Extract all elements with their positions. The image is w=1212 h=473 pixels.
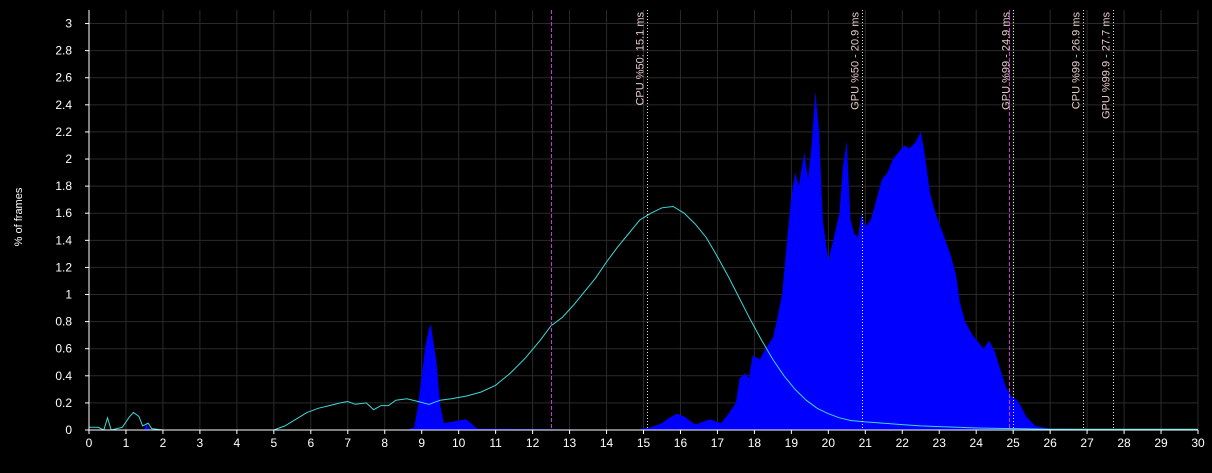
x-tick-label: 30: [1191, 436, 1205, 450]
x-tick-label: 12: [526, 436, 540, 450]
x-tick-label: 26: [1043, 436, 1057, 450]
chart-svg: CPU %50: 15.1 ms GPU %50 - 20.9 ms GPU %99…: [0, 0, 1212, 468]
x-tick-label: 6: [307, 436, 314, 450]
y-tick-label: 2.6: [55, 71, 72, 85]
x-tick-label: 15: [637, 436, 651, 450]
x-tick-label: 14: [600, 436, 614, 450]
x-tick-label: 20: [822, 436, 836, 450]
y-tick-label: 1.6: [55, 206, 72, 220]
y-tick-label: 0.4: [55, 369, 72, 383]
x-tick-label: 4: [234, 436, 241, 450]
x-tick-label: 28: [1117, 436, 1131, 450]
x-tick-label: 18: [748, 436, 762, 450]
x-tick-label: 9: [418, 436, 425, 450]
x-tick-label: 21: [859, 436, 873, 450]
x-tick-label: 5: [270, 436, 277, 450]
y-tick-label: 0.2: [55, 396, 72, 410]
y-tick-label: 2: [65, 152, 72, 166]
x-tick-label: 0: [86, 436, 93, 450]
frame-time-histogram: CPU %50: 15.1 ms GPU %50 - 20.9 ms GPU %99…: [0, 0, 1212, 468]
x-tick-label: 29: [1154, 436, 1168, 450]
y-tick-label: 1.2: [55, 260, 72, 274]
percentile-marker-label: GPU %50 - 20.9 ms: [850, 12, 862, 110]
x-tick-label: 22: [896, 436, 910, 450]
x-tick-label: 25: [1006, 436, 1020, 450]
x-tick-label: 2: [160, 436, 167, 450]
y-tick-label: 0.6: [55, 342, 72, 356]
y-tick-label: 0: [65, 423, 72, 437]
y-tick-label: 2.2: [55, 125, 72, 139]
x-tick-label: 24: [970, 436, 984, 450]
x-tick-label: 16: [674, 436, 688, 450]
y-tick-label: 1: [65, 288, 72, 302]
x-tick-label: 1: [123, 436, 130, 450]
x-tick-label: 27: [1080, 436, 1094, 450]
percentile-marker-label: GPU %99 - 24.9 ms: [1001, 12, 1013, 110]
y-tick-label: 1.8: [55, 179, 72, 193]
x-tick-label: 19: [785, 436, 799, 450]
x-tick-label: 7: [344, 436, 351, 450]
y-tick-label: 1.4: [55, 233, 72, 247]
y-tick-label: 2.4: [55, 98, 72, 112]
y-tick-label: 3: [65, 17, 72, 31]
percentile-marker-label: CPU %50: 15.1 ms: [635, 12, 647, 106]
x-tick-label: 10: [452, 436, 466, 450]
chart-background: [0, 0, 1212, 468]
y-tick-label: 0.8: [55, 315, 72, 329]
y-tick-label: 2.8: [55, 44, 72, 58]
x-tick-label: 23: [933, 436, 947, 450]
percentile-marker-label: CPU %99 - 26.9 ms: [1071, 12, 1083, 110]
x-tick-label: 11: [489, 436, 502, 450]
x-tick-label: 17: [711, 436, 725, 450]
x-tick-label: 3: [197, 436, 204, 450]
percentile-marker-label: GPU %99.9 - 27.7 ms: [1101, 12, 1113, 119]
x-tick-label: 13: [563, 436, 577, 450]
y-axis-title: % of frames: [13, 187, 25, 246]
x-tick-label: 8: [381, 436, 388, 450]
